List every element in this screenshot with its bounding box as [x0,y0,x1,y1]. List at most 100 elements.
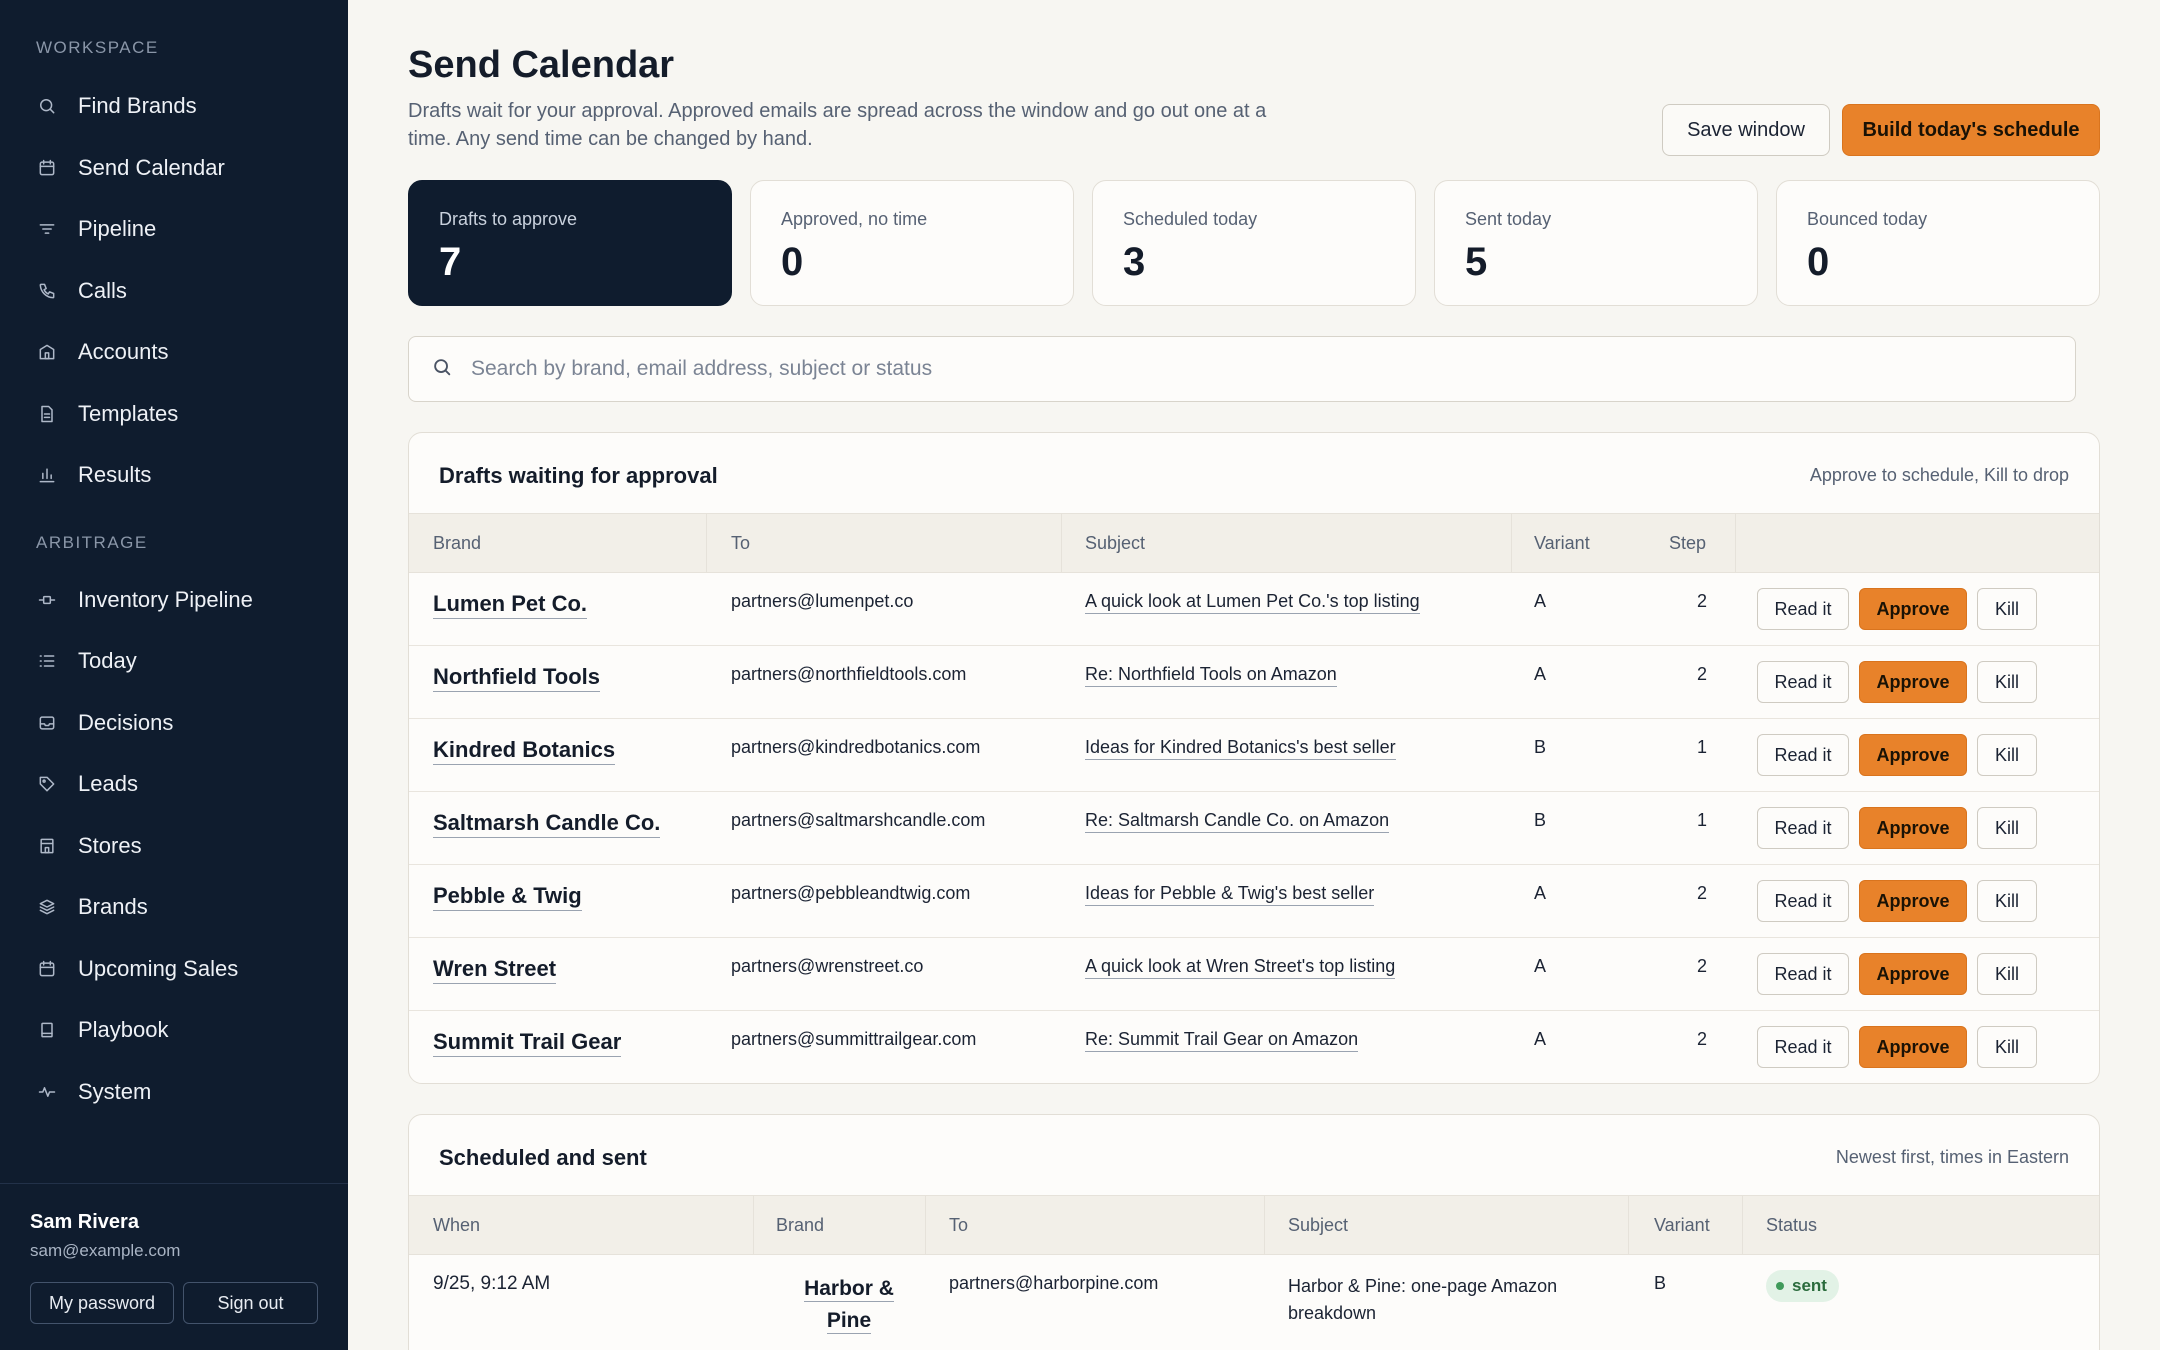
stat-label: Approved, no time [781,209,928,229]
approve-button[interactable]: Approve [1859,807,1967,849]
save-window-button[interactable]: Save window [1662,104,1830,156]
stat-value: 5 [1465,240,1488,284]
pipeline-icon [36,589,58,611]
stat-card-drafts-to-approve[interactable]: Drafts to approve 7 [408,180,732,306]
subject-link[interactable]: A quick look at Wren Street's top listin… [1085,956,1396,979]
list-icon [36,650,58,672]
sidebar-item-calls[interactable]: Calls [36,269,326,313]
store-icon [36,835,58,857]
brand-link[interactable]: Kindred Botanics [433,737,616,765]
column-header-step: Step [1669,532,1707,553]
search-bar [408,336,2076,402]
user-email: sam@example.com [30,1241,181,1260]
kill-button[interactable]: Kill [1977,1026,2037,1068]
approve-button[interactable]: Approve [1859,661,1967,703]
approve-button[interactable]: Approve [1859,880,1967,922]
approve-button[interactable]: Approve [1859,1026,1967,1068]
sidebar-item-templates[interactable]: Templates [36,392,326,436]
table-row: Kindred Botanics partners@kindredbotanic… [409,719,2099,792]
step-value: 2 [1697,591,1708,611]
sidebar-item-results[interactable]: Results [36,453,326,497]
subject-link[interactable]: Re: Northfield Tools on Amazon [1085,664,1337,687]
table-row: Lumen Pet Co. partners@lumenpet.co A qui… [409,573,2099,646]
kill-button[interactable]: Kill [1977,953,2037,995]
column-header-subject: Subject [1085,532,1146,553]
sidebar-item-find-brands[interactable]: Find Brands [36,84,326,128]
step-value: 1 [1697,810,1708,830]
subject-link[interactable]: A quick look at Lumen Pet Co.'s top list… [1085,591,1420,614]
sidebar-item-pipeline[interactable]: Pipeline [36,207,326,251]
sidebar-item-today[interactable]: Today [36,639,326,683]
kill-button[interactable]: Kill [1977,661,2037,703]
sidebar-item-accounts[interactable]: Accounts [36,330,326,374]
scheduled-panel-note: Newest first, times in Eastern [1835,1147,2069,1167]
kill-button[interactable]: Kill [1977,807,2037,849]
sidebar-item-label: Playbook [78,1017,169,1042]
sidebar-item-brands[interactable]: Brands [36,885,326,929]
brand-link[interactable]: Harbor & Pine [804,1277,894,1334]
recipient-email: partners@wrenstreet.co [731,956,924,976]
brand-link[interactable]: Summit Trail Gear [433,1029,622,1057]
approve-button[interactable]: Approve [1859,588,1967,630]
column-header-status: Status [1766,1214,1818,1235]
sidebar-item-decisions[interactable]: Decisions [36,701,326,745]
brand-link[interactable]: Pebble & Twig [433,883,582,911]
approve-button[interactable]: Approve [1859,953,1967,995]
sidebar-item-leads[interactable]: Leads [36,762,326,806]
step-value: 2 [1697,664,1708,684]
drafts-panel: Drafts waiting for approval Approve to s… [408,432,2100,1084]
sidebar-item-upcoming-sales[interactable]: Upcoming Sales [36,947,326,991]
stat-card-approved-no-time[interactable]: Approved, no time 0 [750,180,1074,306]
sidebar-item-label: Leads [78,771,138,796]
subject-link[interactable]: Re: Saltmarsh Candle Co. on Amazon [1085,810,1390,833]
read-it-button[interactable]: Read it [1757,807,1849,849]
recipient-email: partners@pebbleandtwig.com [731,883,971,903]
brand-link[interactable]: Lumen Pet Co. [433,591,588,619]
sidebar-item-label: Send Calendar [78,155,225,180]
scheduled-panel-title: Scheduled and sent [439,1145,647,1170]
brand-link[interactable]: Northfield Tools [433,664,601,692]
read-it-button[interactable]: Read it [1757,880,1849,922]
recipient-email: partners@lumenpet.co [731,591,914,611]
brand-link[interactable]: Wren Street [433,956,557,984]
kill-button[interactable]: Kill [1977,588,2037,630]
approve-button[interactable]: Approve [1859,734,1967,776]
table-row: Wren Street partners@wrenstreet.co A qui… [409,938,2099,1011]
stat-card-bounced-today[interactable]: Bounced today 0 [1776,180,2100,306]
recipient-email: partners@saltmarshcandle.com [731,810,986,830]
sidebar-item-label: Templates [78,401,179,426]
read-it-button[interactable]: Read it [1757,1026,1849,1068]
variant-value: B [1654,1273,1667,1293]
sidebar-item-send-calendar[interactable]: Send Calendar [36,146,326,190]
build-schedule-button[interactable]: Build today's schedule [1842,104,2100,156]
subject-link[interactable]: Ideas for Pebble & Twig's best seller [1085,883,1375,906]
sign-out-button[interactable]: Sign out [183,1282,318,1324]
kill-button[interactable]: Kill [1977,880,2037,922]
read-it-button[interactable]: Read it [1757,588,1849,630]
sidebar-item-playbook[interactable]: Playbook [36,1008,326,1052]
sidebar-item-label: Accounts [78,339,169,364]
search-input[interactable] [471,357,1971,381]
brand-link[interactable]: Saltmarsh Candle Co. [433,810,661,838]
stat-label: Sent today [1465,209,1552,229]
search-icon [36,95,58,117]
my-password-button[interactable]: My password [30,1282,174,1324]
sidebar-item-stores[interactable]: Stores [36,824,326,868]
table-row: 9/25, 9:12 AM Harbor & Pine partners@har… [409,1255,2099,1350]
step-value: 1 [1697,737,1708,757]
read-it-button[interactable]: Read it [1757,734,1849,776]
arbitrage-section-label: ARBITRAGE [36,533,148,552]
column-header-to: To [949,1214,969,1235]
stat-card-sent-today[interactable]: Sent today 5 [1434,180,1758,306]
status-dot-icon [1776,1282,1784,1290]
subject-link[interactable]: Ideas for Kindred Botanics's best seller [1085,737,1396,760]
read-it-button[interactable]: Read it [1757,953,1849,995]
sidebar-item-inventory-pipeline[interactable]: Inventory Pipeline [36,578,326,622]
subject-text: Harbor & Pine: one-page Amazon breakdown [1288,1276,1558,1323]
read-it-button[interactable]: Read it [1757,661,1849,703]
kill-button[interactable]: Kill [1977,734,2037,776]
recipient-email: partners@kindredbotanics.com [731,737,981,757]
subject-link[interactable]: Re: Summit Trail Gear on Amazon [1085,1029,1359,1052]
sidebar-item-system[interactable]: System [36,1070,326,1114]
stat-card-scheduled-today[interactable]: Scheduled today 3 [1092,180,1416,306]
